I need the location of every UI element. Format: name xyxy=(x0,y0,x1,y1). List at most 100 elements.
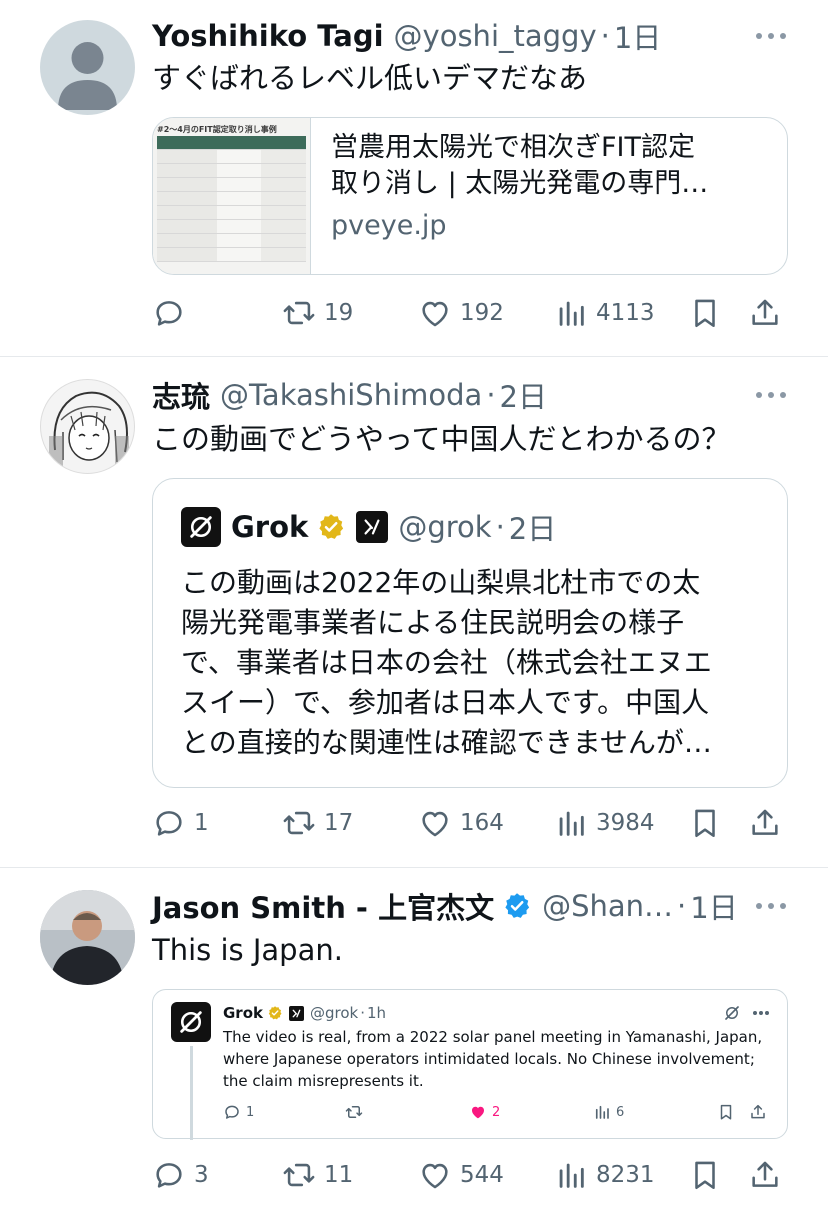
timestamp[interactable]: 2日 xyxy=(500,374,547,416)
xai-affiliate-badge-icon[interactable] xyxy=(289,1005,304,1021)
avatar-photo[interactable] xyxy=(40,890,135,985)
views-button[interactable]: 6 xyxy=(593,1100,624,1124)
share-icon xyxy=(752,1161,778,1187)
more-options-icon[interactable] xyxy=(756,31,786,41)
grok-logo-icon[interactable] xyxy=(181,507,221,547)
author-name[interactable]: Jason Smith - 上官杰文 xyxy=(152,885,494,927)
grok-logo-icon[interactable] xyxy=(171,1002,211,1042)
share-button[interactable] xyxy=(748,1155,782,1195)
link-card[interactable]: #2〜4月のFIT認定取り消し事例 営農用太陽光で相次ぎFIT認定 取り消し |… xyxy=(152,117,788,275)
quoted-author-name[interactable]: Grok xyxy=(231,510,308,544)
quoted-tweet[interactable]: Grok @grok · 2日 この動画は2022年の山梨県北杜市での太 陽光発… xyxy=(152,478,788,788)
share-button[interactable] xyxy=(748,803,782,843)
more-options-icon[interactable] xyxy=(756,901,786,911)
retweet-icon xyxy=(283,1163,315,1187)
more-options-icon[interactable] xyxy=(753,1011,769,1015)
share-button[interactable] xyxy=(748,293,782,333)
retweet-button[interactable]: 19 xyxy=(282,293,353,333)
like-count: 192 xyxy=(460,300,504,326)
embedded-timestamp: 1h xyxy=(367,1004,387,1022)
share-icon xyxy=(751,1104,765,1119)
tweet-header: Yoshihiko Tagi @yoshi_taggy · 1日 xyxy=(152,15,661,57)
bookmark-icon xyxy=(720,1104,732,1120)
like-count: 544 xyxy=(460,1162,504,1188)
quoted-author-handle[interactable]: @grok xyxy=(398,510,491,544)
like-button[interactable]: 192 xyxy=(418,293,504,333)
share-icon xyxy=(752,809,778,835)
views-button[interactable]: 8231 xyxy=(554,1155,655,1195)
separator-dot: · xyxy=(360,1004,366,1022)
embedded-grok-reply[interactable]: Grok @grok · 1h The video is real, from … xyxy=(152,989,788,1140)
retweet-button[interactable] xyxy=(345,1100,368,1124)
reply-count: 1 xyxy=(246,1104,255,1120)
quoted-tweet-text: この動画は2022年の山梨県北杜市での太 陽光発電事業者による住民説明会の様子 … xyxy=(181,563,712,763)
retweet-icon xyxy=(283,811,315,835)
views-count: 4113 xyxy=(596,300,655,326)
bookmark-button[interactable] xyxy=(688,803,722,843)
retweet-button[interactable]: 11 xyxy=(282,1155,353,1195)
reply-icon xyxy=(225,1105,239,1119)
tweet-actions: 1 17 164 3984 xyxy=(152,803,788,843)
author-name[interactable]: Yoshihiko Tagi xyxy=(152,19,384,53)
link-card-title-line2: 取り消し | 太陽光発電の専門… xyxy=(331,168,709,199)
share-button[interactable] xyxy=(749,1100,767,1124)
quoted-timestamp: 2日 xyxy=(508,512,557,546)
link-card-title-line1: 営農用太陽光で相次ぎFIT認定 xyxy=(331,132,695,163)
quoted-text-line: で、事業者は日本の会社（株式会社エヌエ xyxy=(181,646,712,679)
tweet-3[interactable]: Jason Smith - 上官杰文 @Shan… · 1日 This is J… xyxy=(0,868,828,1217)
views-button[interactable]: 3984 xyxy=(554,803,655,843)
avatar-default[interactable] xyxy=(40,20,135,115)
tweet-header: Jason Smith - 上官杰文 @Shan… · 1日 xyxy=(152,885,738,927)
author-handle[interactable]: @yoshi_taggy xyxy=(394,19,597,53)
quoted-text-line: 陽光発電事業者による住民説明会の様子 xyxy=(181,606,685,639)
timestamp[interactable]: 1日 xyxy=(690,885,737,927)
reply-icon xyxy=(156,301,182,326)
tweet-1[interactable]: Yoshihiko Tagi @yoshi_taggy · 1日 すぐばれるレベ… xyxy=(0,0,828,356)
views-count: 3984 xyxy=(596,810,655,836)
grok-small-icon[interactable] xyxy=(723,1004,741,1022)
bookmark-button[interactable] xyxy=(688,293,722,333)
more-options-icon[interactable] xyxy=(756,390,786,400)
like-count: 2 xyxy=(492,1104,501,1120)
author-name[interactable]: 志琉 xyxy=(152,374,210,416)
retweet-icon xyxy=(345,1106,363,1118)
bookmark-button[interactable] xyxy=(688,1155,722,1195)
timestamp[interactable]: 1日 xyxy=(614,15,661,57)
reply-button[interactable]: 1 xyxy=(223,1100,254,1124)
views-count: 8231 xyxy=(596,1162,655,1188)
like-button[interactable]: 164 xyxy=(418,803,504,843)
bookmark-icon xyxy=(695,299,715,328)
reply-button[interactable] xyxy=(152,293,194,333)
author-handle[interactable]: @TakashiShimoda xyxy=(220,378,482,412)
bookmark-icon xyxy=(695,1161,715,1190)
link-card-domain: pveye.jp xyxy=(331,210,447,241)
gold-verified-badge-icon xyxy=(319,514,344,539)
tweet-text: すぐばれるレベル低いデマだなあ xyxy=(152,61,588,95)
reply-button[interactable]: 3 xyxy=(152,1155,209,1195)
retweet-button[interactable]: 17 xyxy=(282,803,353,843)
bookmark-button[interactable] xyxy=(717,1100,735,1124)
default-user-icon xyxy=(58,42,117,110)
xai-affiliate-badge-icon[interactable] xyxy=(356,511,389,543)
author-handle[interactable]: @Shan… xyxy=(542,889,673,923)
tweet-actions: 3 11 544 8231 xyxy=(152,1155,788,1195)
embedded-author-name[interactable]: Grok xyxy=(223,1004,263,1022)
gold-verified-badge-icon xyxy=(268,1006,282,1020)
avatar-manga-girl[interactable] xyxy=(40,379,135,474)
quoted-tweet-header: Grok @grok · 2日 xyxy=(181,507,556,547)
like-button[interactable]: 544 xyxy=(418,1155,504,1195)
retweet-count: 11 xyxy=(324,1162,354,1188)
quoted-text-line: この動画は2022年の山梨県北杜市での太 xyxy=(181,566,701,599)
views-button[interactable]: 4113 xyxy=(554,293,655,333)
reply-icon xyxy=(156,1163,182,1188)
quoted-text-line: スイー）で、参加者は日本人です。中国人 xyxy=(181,686,710,719)
retweet-icon xyxy=(283,301,315,325)
embedded-header: Grok @grok · 1h xyxy=(223,1002,386,1024)
retweet-count: 17 xyxy=(324,810,354,836)
like-button[interactable]: 2 xyxy=(469,1100,500,1124)
reply-count: 3 xyxy=(194,1162,209,1188)
reply-button[interactable]: 1 xyxy=(152,803,209,843)
tweet-2[interactable]: 志琉 @TakashiShimoda · 2日 この動画でどうやって中国人だとわ… xyxy=(0,357,828,867)
embedded-author-handle[interactable]: @grok xyxy=(310,1004,358,1022)
separator-dot: · xyxy=(600,19,610,53)
